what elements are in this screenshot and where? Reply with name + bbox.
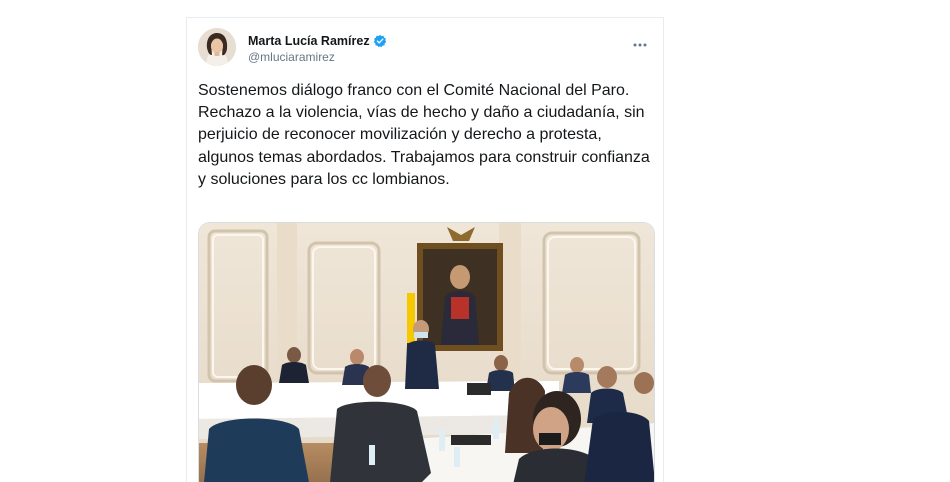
verified-badge-icon [373, 34, 387, 48]
tweet-author: Marta Lucía Ramírez @mluciaramirez [248, 32, 387, 64]
more-options-icon[interactable] [631, 37, 649, 47]
display-name[interactable]: Marta Lucía Ramírez [248, 34, 370, 48]
tweet-text: Sostenemos diálogo franco con el Comité … [198, 82, 650, 188]
tweet-photo[interactable] [198, 222, 655, 482]
avatar[interactable] [198, 28, 236, 66]
tweet-card[interactable]: Marta Lucía Ramírez @mluciaramirez Soste… [186, 17, 664, 482]
meeting-photo-image [199, 223, 654, 482]
tweet-header: Marta Lucía Ramírez @mluciaramirez [198, 28, 653, 68]
handle[interactable]: @mluciaramirez [248, 50, 387, 64]
